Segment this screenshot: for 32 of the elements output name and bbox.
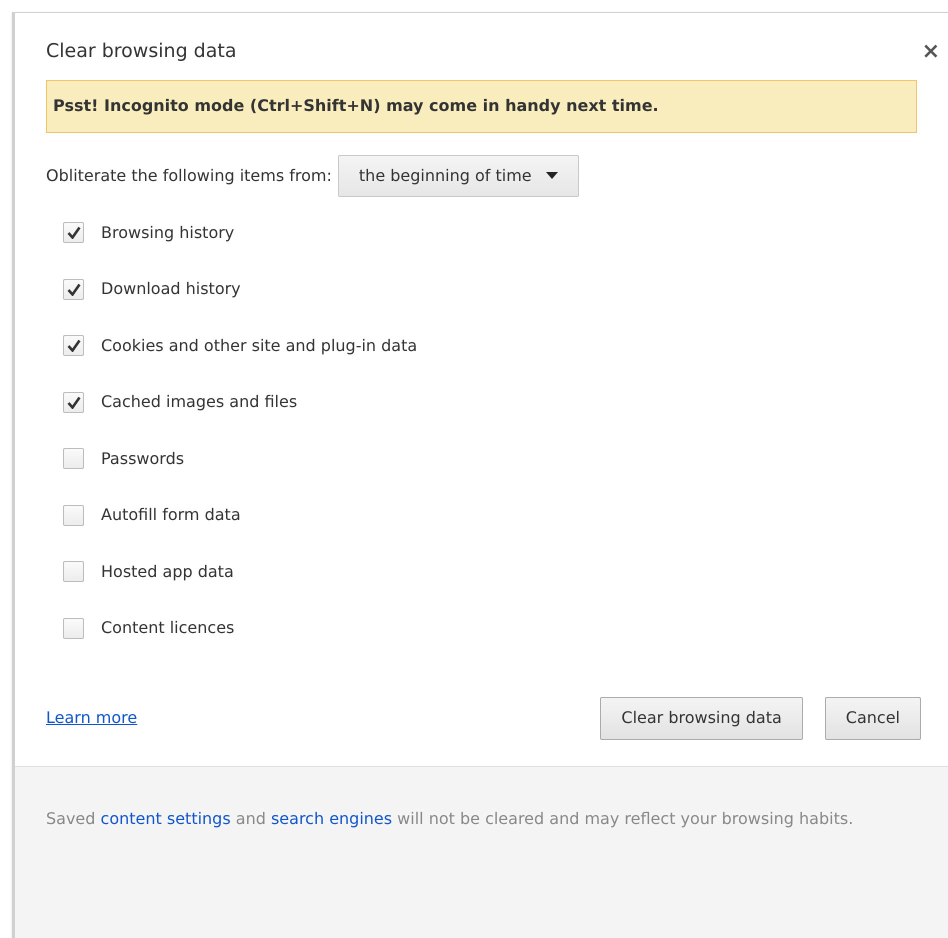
checkbox[interactable] xyxy=(63,504,84,526)
option-label: Cached images and files xyxy=(101,391,298,414)
checkbox[interactable] xyxy=(63,222,84,244)
checkbox[interactable] xyxy=(63,278,84,300)
option-label: Download history xyxy=(101,278,241,300)
checkmark-icon xyxy=(66,226,80,240)
footer-note: Saved content settings and search engines will not be cleared and may reflect your browsing habits. xyxy=(46,808,854,830)
dialog-title: Clear browsing data xyxy=(46,39,236,64)
settings-link[interactable]: search engines xyxy=(270,808,392,828)
option-label: Content licences xyxy=(101,617,234,640)
option-label: Cookies and other site and plug-in data xyxy=(101,334,418,357)
option-label: Autofill form data xyxy=(101,504,241,526)
close-button[interactable]: × xyxy=(922,41,940,63)
cancel-button[interactable]: Cancel xyxy=(824,696,921,740)
option-label: Passwords xyxy=(101,448,184,470)
option-label: Hosted app data xyxy=(101,560,234,583)
range-label: Obliterate the following items from: xyxy=(46,164,332,186)
caret-icon xyxy=(546,172,558,179)
incognito-banner: Psst! Incognito mode (Ctrl+Shift+N) may come in handy next time. xyxy=(46,80,917,132)
settings-link[interactable]: content settings xyxy=(100,808,231,828)
checkbox[interactable] xyxy=(63,392,84,413)
learn-more-link[interactable]: Learn more xyxy=(46,706,138,730)
checkbox[interactable] xyxy=(63,448,84,470)
checkmark-icon xyxy=(66,396,80,409)
checkbox[interactable] xyxy=(63,618,84,639)
clear-data-button[interactable]: Clear browsing data xyxy=(600,696,803,740)
checkmark-icon xyxy=(66,282,80,296)
time-range-dropdown[interactable]: the beginning of time xyxy=(338,154,579,196)
option-label: Browsing history xyxy=(101,222,234,244)
checkbox[interactable] xyxy=(63,561,84,582)
checkmark-icon xyxy=(66,339,80,352)
checkbox[interactable] xyxy=(63,335,84,356)
